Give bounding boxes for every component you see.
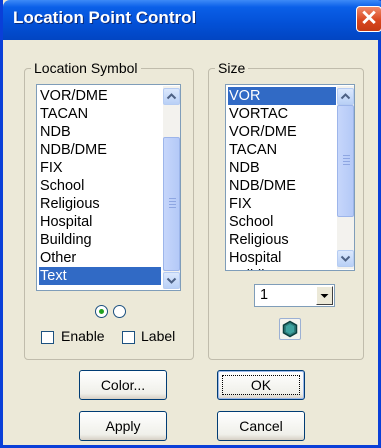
list-item[interactable]: FIX [228, 195, 336, 213]
list-item[interactable]: Building [228, 267, 336, 270]
size-combo[interactable]: 1 [254, 284, 335, 307]
list-item[interactable]: TACAN [228, 141, 336, 159]
radio-option-2[interactable] [113, 305, 126, 318]
list-item[interactable]: VOR [228, 87, 336, 105]
radio-selected-dot [99, 309, 104, 314]
scroll-down-button[interactable] [163, 272, 180, 289]
label-checkbox[interactable] [122, 331, 135, 344]
scroll-up-button[interactable] [163, 88, 180, 105]
list-item[interactable]: NDB/DME [39, 141, 161, 159]
apply-button[interactable]: Apply [79, 411, 167, 441]
size-combo-value: 1 [260, 287, 269, 303]
scroll-down-button[interactable] [337, 250, 354, 267]
scroll-up-button[interactable] [337, 88, 354, 105]
combo-dropdown-button[interactable] [316, 286, 333, 305]
location-symbol-scrollbar[interactable] [163, 86, 180, 289]
label-label: Label [141, 328, 176, 344]
scroll-thumb[interactable] [337, 105, 354, 217]
color-button[interactable]: Color... [79, 370, 167, 400]
enable-checkbox[interactable] [41, 331, 54, 344]
scroll-thumb[interactable] [163, 137, 180, 271]
close-button[interactable]: ✕ [356, 6, 381, 32]
location-symbol-list[interactable]: VOR/DME TACAN NDB NDB/DME FIX School Religious… [36, 84, 181, 291]
cancel-button[interactable]: Cancel [217, 411, 305, 441]
list-item[interactable]: Religious [228, 231, 336, 249]
list-item[interactable]: VOR/DME [228, 123, 336, 141]
list-item[interactable]: Text [39, 267, 161, 285]
shape-preview-button[interactable] [279, 318, 301, 340]
radio-option-1[interactable] [95, 305, 108, 318]
window-title: Location Point Control [13, 8, 197, 27]
size-legend: Size [215, 60, 249, 76]
list-item[interactable]: TACAN [39, 105, 161, 123]
list-item[interactable]: Other [39, 249, 161, 267]
focus-rectangle [222, 375, 300, 395]
list-item[interactable]: NDB/DME [228, 177, 336, 195]
title-bar: Location Point Control ✕ [3, 0, 381, 40]
list-item[interactable]: School [228, 213, 336, 231]
list-item[interactable]: Hospital [228, 249, 336, 267]
list-item[interactable]: NDB [228, 159, 336, 177]
ok-button[interactable]: OK [217, 370, 305, 400]
chevron-up-icon [340, 93, 351, 100]
chevron-down-icon [166, 277, 177, 284]
list-item[interactable]: NDB [39, 123, 161, 141]
list-item[interactable]: Hospital [39, 213, 161, 231]
list-item[interactable]: FIX [39, 159, 161, 177]
list-item[interactable]: Religious [39, 195, 161, 213]
list-item[interactable]: Building [39, 231, 161, 249]
dropdown-arrow-icon [320, 294, 329, 298]
list-item[interactable]: VORTAC [228, 105, 336, 123]
size-scrollbar[interactable] [337, 86, 354, 269]
location-symbol-legend: Location Symbol [31, 60, 141, 76]
size-list[interactable]: VOR VORTAC VOR/DME TACAN NDB NDB/DME FIX School… [225, 84, 355, 271]
chevron-up-icon [166, 93, 177, 100]
hexagon-icon [282, 320, 298, 338]
chevron-down-icon [340, 255, 351, 262]
list-item[interactable]: School [39, 177, 161, 195]
enable-label: Enable [61, 328, 105, 344]
location-point-control-dialog: Location Point Control ✕ Location Symbol… [0, 0, 381, 448]
list-item[interactable]: VOR/DME [39, 87, 161, 105]
